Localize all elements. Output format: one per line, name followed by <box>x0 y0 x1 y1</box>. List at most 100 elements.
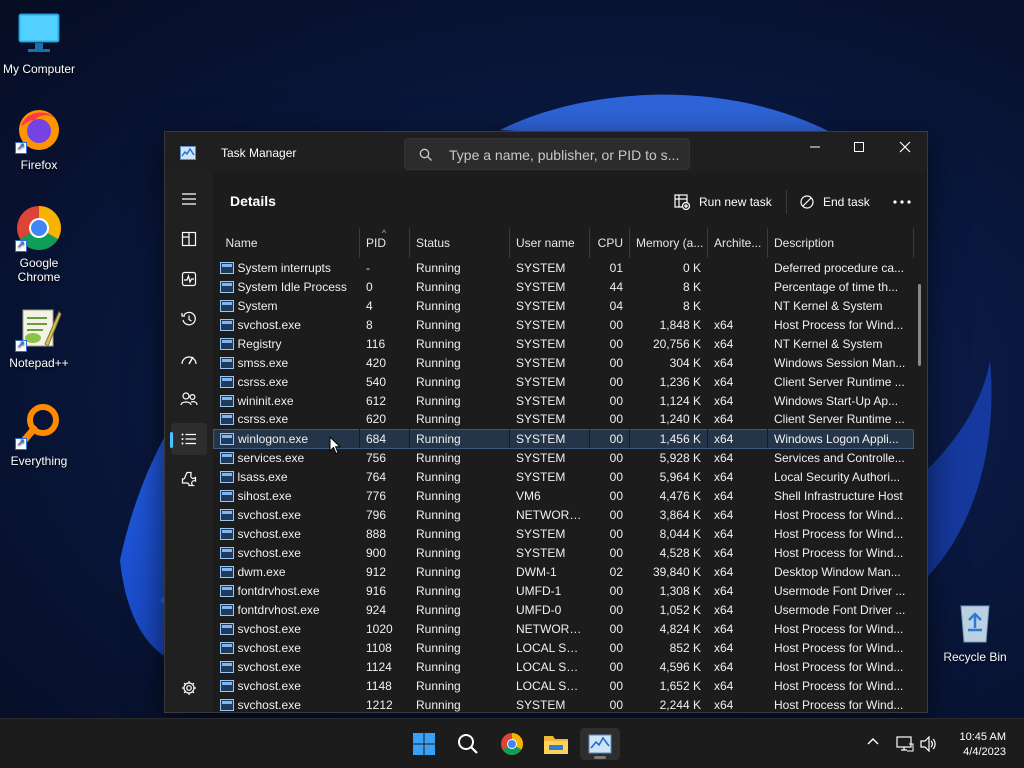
table-row[interactable]: svchost.exe 1124 Running LOCAL SE... 00 4,596… <box>214 657 914 676</box>
table-row[interactable]: svchost.exe 888 Running SYSTEM 00 8,044 K x64 H… <box>214 524 914 543</box>
architecture-cell: x64 <box>714 507 734 522</box>
column-header-user-name[interactable]: User name <box>509 228 590 258</box>
volume-button[interactable] <box>920 735 938 755</box>
column-header-architecture[interactable]: Archite... <box>707 228 768 258</box>
end-task-button[interactable]: End task <box>800 186 870 218</box>
desktop-icon-notepadpp[interactable]: ↗ Notepad++ <box>0 304 79 370</box>
desktop-icon-firefox[interactable]: ↗ Firefox <box>0 106 79 172</box>
table-row[interactable]: smss.exe 420 Running SYSTEM 00 304 K x64 Window… <box>214 353 914 372</box>
user-name-cell: UMFD-0 <box>516 602 562 617</box>
table-row[interactable]: System Idle Process 0 Running SYSTEM 44 8 K Pe… <box>214 277 914 296</box>
memory-cell: 1,848 K <box>659 317 701 332</box>
table-row[interactable]: lsass.exe 764 Running SYSTEM 00 5,964 K x64 Loc… <box>214 467 914 486</box>
column-header-pid[interactable]: ^ PID <box>359 228 410 258</box>
pid-cell: 540 <box>366 374 387 389</box>
status-cell: Running <box>416 659 461 674</box>
taskbar-search-button[interactable] <box>448 728 488 760</box>
nav-app-history[interactable] <box>171 303 207 335</box>
clock-time: 10:45 AM <box>959 731 1006 743</box>
search-box[interactable] <box>404 138 690 170</box>
windows-logo-icon <box>413 733 435 755</box>
table-row[interactable]: fontdrvhost.exe 916 Running UMFD-1 00 1,308 K… <box>214 581 914 600</box>
status-cell: Running <box>416 545 461 560</box>
close-button[interactable] <box>882 132 927 162</box>
minimize-button[interactable] <box>792 132 838 162</box>
end-task-icon <box>800 195 814 209</box>
cpu-cell: 00 <box>609 640 623 655</box>
architecture-cell: x64 <box>714 469 734 484</box>
desktop-icon-everything[interactable]: ↗ Everything <box>0 402 79 468</box>
process-name-cell: System <box>214 296 360 315</box>
table-row[interactable]: svchost.exe 796 Running NETWORK... 00 3,864 K… <box>214 505 914 524</box>
nav-services[interactable] <box>171 463 207 495</box>
column-header-cpu[interactable]: CPU <box>589 228 630 258</box>
cpu-cell: 02 <box>609 564 623 579</box>
table-row[interactable]: svchost.exe 1148 Running LOCAL SE... 00 1,652… <box>214 676 914 695</box>
taskbar-file-explorer-button[interactable] <box>536 728 576 760</box>
table-row[interactable]: svchost.exe 1212 Running SYSTEM 00 2,244 K x64… <box>214 695 914 712</box>
table-row[interactable]: System 4 Running SYSTEM 04 8 K NT Kernel & Sys… <box>214 296 914 315</box>
desktop-icon-google-chrome[interactable]: ↗ Google Chrome <box>0 204 79 284</box>
run-new-task-button[interactable]: Run new task <box>674 186 772 218</box>
memory-cell: 852 K <box>669 640 701 655</box>
taskbar-task-manager-button[interactable] <box>580 728 620 760</box>
table-row[interactable]: Registry 116 Running SYSTEM 00 20,756 K x64 NT … <box>214 334 914 353</box>
pid-cell: 756 <box>366 450 387 465</box>
status-cell: Running <box>416 640 461 655</box>
memory-cell: 1,236 K <box>659 374 701 389</box>
table-row[interactable]: svchost.exe 8 Running SYSTEM 00 1,848 K x64 Hos… <box>214 315 914 334</box>
table-row[interactable]: winlogon.exe 684 Running SYSTEM 00 1,456 Kx64… <box>213 428 914 449</box>
process-name-cell: smss.exe <box>214 353 360 372</box>
nav-settings[interactable] <box>171 672 207 704</box>
table-row[interactable]: svchost.exe 1108 Running LOCAL SE... 00 852 K… <box>214 638 914 657</box>
details-table: Name ^ PID Status User name CPU Memory (a… <box>213 228 927 712</box>
status-cell: Running <box>416 355 461 370</box>
table-row[interactable]: dwm.exe 912 Running DWM-1 02 39,840 K x64 Deskt… <box>214 562 914 581</box>
title-bar[interactable]: Task Manager <box>165 132 927 172</box>
nav-menu-toggle[interactable] <box>171 183 207 215</box>
users-icon <box>180 392 198 406</box>
table-row[interactable]: System interrupts - Running SYSTEM 01 0 K Defe… <box>214 258 914 277</box>
user-name-cell: VM6 <box>516 488 541 503</box>
more-options-button[interactable] <box>893 186 920 218</box>
column-header-name[interactable]: Name <box>213 228 360 258</box>
taskbar-chrome-button[interactable] <box>492 728 532 760</box>
network-status-button[interactable] <box>896 736 914 755</box>
nav-processes[interactable] <box>171 223 207 255</box>
table-row[interactable]: csrss.exe 540 Running SYSTEM 00 1,236 K x64 Cli… <box>214 372 914 391</box>
status-cell: Running <box>416 507 461 522</box>
table-row[interactable]: services.exe 756 Running SYSTEM 00 5,928 Kx64… <box>214 448 914 467</box>
table-row[interactable]: svchost.exe 1020 Running NETWORK... 00 4,824 … <box>214 619 914 638</box>
column-header-description[interactable]: Description <box>767 228 914 258</box>
process-icon <box>219 660 234 673</box>
table-row[interactable]: fontdrvhost.exe 924 Running UMFD-0 00 1,052 K… <box>214 600 914 619</box>
pid-cell: 620 <box>366 412 387 427</box>
nav-users[interactable] <box>171 383 207 415</box>
vertical-scrollbar[interactable] <box>918 284 921 366</box>
status-cell: Running <box>416 583 461 598</box>
system-clock[interactable]: 10:45 AM 4/4/2023 <box>960 730 1006 760</box>
table-row[interactable]: csrss.exe 620 Running SYSTEM 00 1,240 K x64 Cli… <box>214 410 914 429</box>
memory-cell: 0 K <box>682 260 701 275</box>
column-header-status[interactable]: Status <box>409 228 510 258</box>
desktop-icon-recycle-bin[interactable]: Recycle Bin <box>935 598 1015 664</box>
maximize-button[interactable] <box>836 132 882 162</box>
desktop-icon-my-computer[interactable]: My Computer <box>0 10 79 76</box>
pid-cell: 796 <box>366 507 387 522</box>
table-row[interactable]: svchost.exe 900 Running SYSTEM 00 4,528 K x64 H… <box>214 543 914 562</box>
taskbar-start-button[interactable] <box>404 728 444 760</box>
search-input[interactable] <box>449 145 685 165</box>
process-icon <box>219 394 234 407</box>
architecture-cell: x64 <box>714 678 734 693</box>
table-row[interactable]: sihost.exe 776 Running VM6 00 4,476 K x64 Shell… <box>214 486 914 505</box>
user-name-cell: NETWORK... <box>516 507 588 522</box>
table-row[interactable]: wininit.exe 612 Running SYSTEM 00 1,124 K x64 W… <box>214 391 914 410</box>
desktop-icon-label: My Computer <box>2 62 76 76</box>
nav-performance[interactable] <box>171 263 207 295</box>
nav-details[interactable] <box>170 423 207 455</box>
nav-startup-apps[interactable] <box>171 343 207 375</box>
pid-cell: 776 <box>366 488 387 503</box>
column-header-memory[interactable]: Memory (a... <box>629 228 708 258</box>
show-hidden-icons-button[interactable] <box>866 735 880 749</box>
process-name-cell: System interrupts <box>214 258 360 277</box>
